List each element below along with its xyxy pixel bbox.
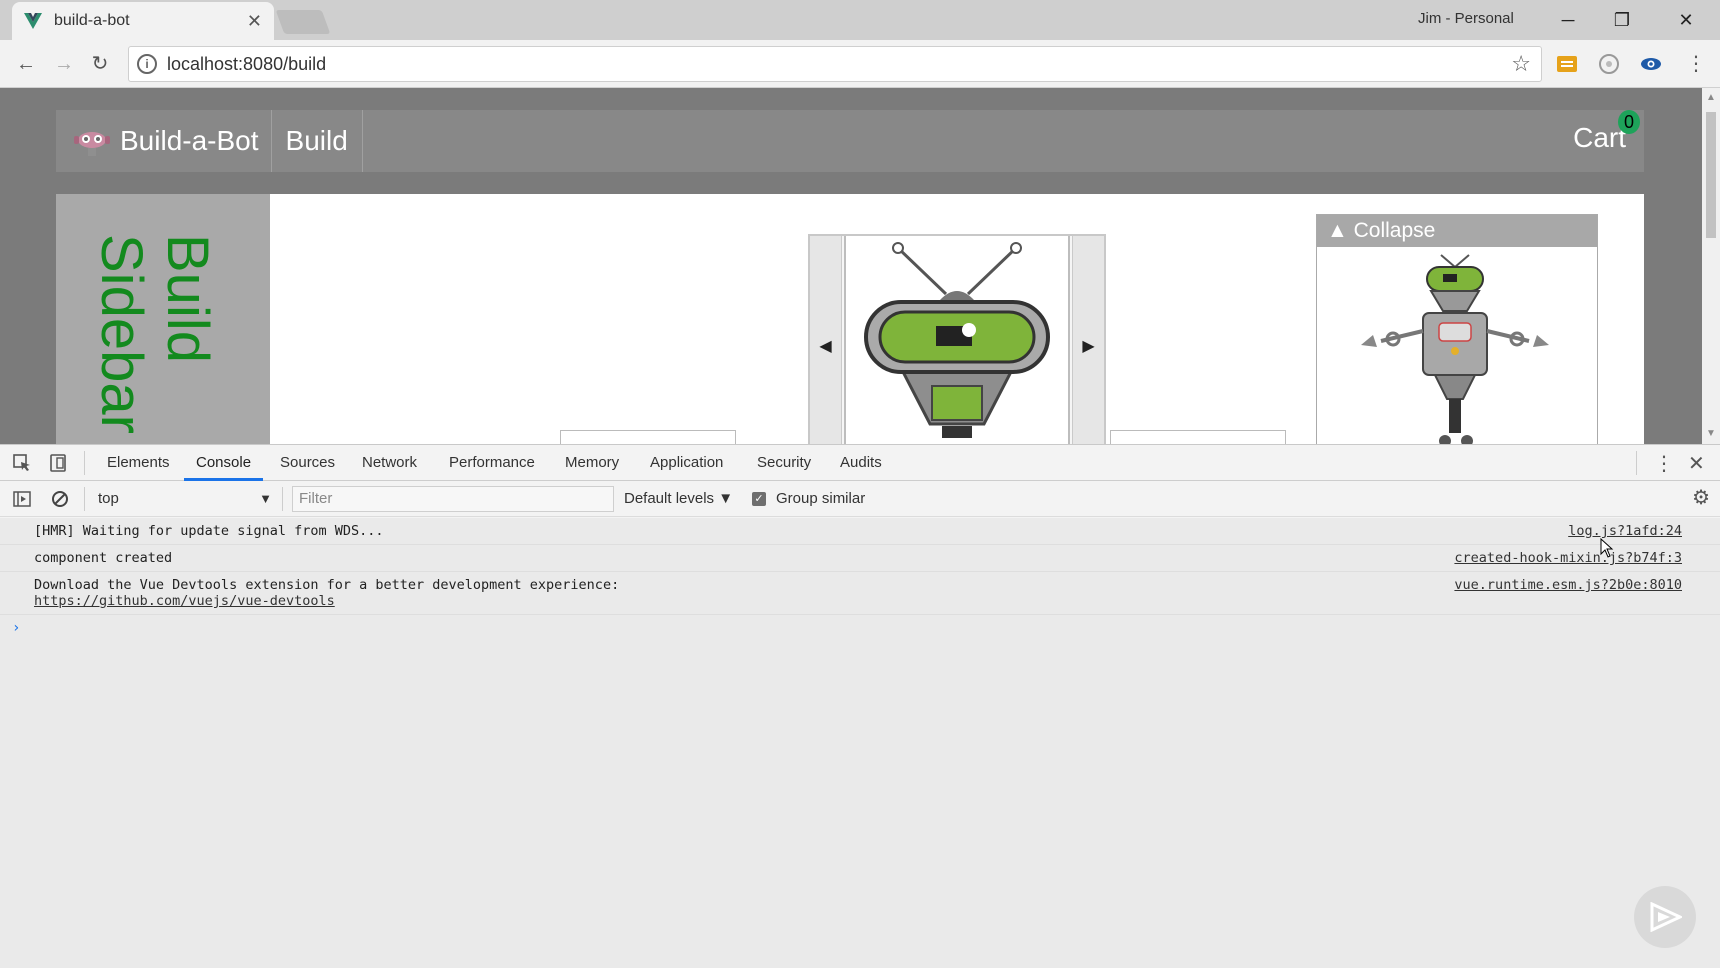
browser-window: build-a-bot ✕ Jim - Personal ─ ❐ ✕ ← → ↻…	[0, 0, 1720, 968]
tab-console[interactable]: Console	[184, 445, 264, 481]
eye-extension-icon[interactable]	[1640, 53, 1662, 75]
message-source-link[interactable]: log.js?1afd:24	[1568, 523, 1682, 539]
toolbar-separator	[282, 487, 283, 511]
console-output: [HMR] Waiting for update signal from WDS…	[0, 518, 1720, 968]
message-source-link[interactable]: created-hook-mixin.js?b74f:3	[1454, 550, 1682, 566]
devtools-tabbar: Elements Console Sources Network Perform…	[0, 445, 1720, 481]
tab-close-icon[interactable]: ✕	[247, 11, 262, 32]
group-similar-label: Group similar	[776, 490, 866, 507]
tab-audits[interactable]: Audits	[840, 445, 882, 481]
menu-icon[interactable]: ⋮	[1682, 50, 1710, 78]
console-toolbar: top ▼ Filter Default levels ▼ ✓ Group simi…	[0, 481, 1720, 517]
devtools-separator	[1636, 451, 1637, 475]
log-levels-dropdown[interactable]: Default levels ▼	[624, 487, 733, 511]
message-text: [HMR] Waiting for update signal from WDS…	[34, 523, 384, 539]
part-selector-left	[560, 430, 736, 444]
console-message: component created created-hook-mixin.js?…	[0, 545, 1720, 572]
toolbar-separator	[84, 487, 85, 511]
tab-title: build-a-bot	[54, 12, 130, 29]
device-toolbar-icon[interactable]	[48, 453, 68, 473]
message-text: Download the Vue Devtools extension for …	[34, 577, 620, 593]
tab-network[interactable]: Network	[362, 445, 417, 481]
tab-application[interactable]: Application	[650, 445, 723, 481]
build-sidebar: Build Sidebar	[56, 194, 270, 444]
browser-tab[interactable]: build-a-bot ✕	[12, 2, 274, 40]
brand-name: Build-a-Bot	[120, 125, 259, 156]
tab-elements[interactable]: Elements	[107, 445, 170, 481]
devtools-panel: Elements Console Sources Network Perform…	[0, 444, 1720, 968]
filter-input[interactable]: Filter	[292, 486, 614, 512]
context-value: top	[98, 490, 119, 507]
address-bar[interactable]: i localhost:8080/build ☆	[128, 46, 1542, 82]
profile-name[interactable]: Jim - Personal	[1418, 10, 1514, 27]
info-icon[interactable]: i	[137, 54, 157, 74]
clear-console-icon[interactable]	[50, 489, 70, 509]
dropdown-arrow-icon: ▼	[718, 490, 734, 507]
tab-memory[interactable]: Memory	[565, 445, 619, 481]
console-message: Download the Vue Devtools extension for …	[0, 572, 1720, 615]
tab-security[interactable]: Security	[757, 445, 811, 481]
console-prompt[interactable]: ›	[0, 615, 1720, 641]
robot-preview-image	[1361, 254, 1549, 444]
devtools-menu-icon[interactable]: ⋮	[1654, 451, 1674, 476]
devtools-separator	[84, 451, 85, 475]
brand-link[interactable]: Build-a-Bot	[56, 110, 272, 172]
next-part-button[interactable]: ▶	[1072, 236, 1104, 444]
forward-button[interactable]: →	[50, 50, 78, 78]
scroll-thumb[interactable]	[1706, 112, 1716, 238]
chevron-right-icon: ›	[12, 620, 21, 636]
nav-build-link[interactable]: Build	[272, 110, 363, 172]
page-viewport: Build-a-Bot Build Cart 0 Build Sidebar ◀	[0, 88, 1720, 444]
dropdown-arrow-icon: ▼	[259, 491, 272, 506]
group-similar-checkbox[interactable]: ✓ Group similar	[752, 487, 865, 511]
tab-performance[interactable]: Performance	[449, 445, 535, 481]
browser-toolbar: ← → ↻ i localhost:8080/build ☆ ⋮	[0, 40, 1720, 88]
checkbox-checked-icon[interactable]: ✓	[752, 492, 766, 506]
devtools-close-icon[interactable]: ✕	[1688, 451, 1705, 476]
extension-circle-icon[interactable]	[1598, 53, 1620, 75]
head-part-image	[844, 236, 1070, 444]
head-part-selector: ◀ ▶	[808, 234, 1106, 444]
part-selector-right	[1110, 430, 1286, 444]
mouse-cursor-icon	[1600, 538, 1614, 558]
reload-button[interactable]: ↻	[86, 50, 114, 78]
url-text[interactable]: localhost:8080/build	[167, 54, 1511, 75]
devtools-link[interactable]: https://github.com/vuejs/vue-devtools	[34, 593, 335, 609]
restore-button[interactable]: ❐	[1602, 6, 1642, 34]
vue-logo-icon	[24, 13, 42, 29]
tab-sources[interactable]: Sources	[280, 445, 335, 481]
message-text: component created	[34, 550, 173, 566]
levels-label: Default levels	[624, 490, 715, 507]
robot-preview: ▲ Collapse	[1316, 214, 1598, 444]
close-window-button[interactable]: ✕	[1666, 6, 1706, 34]
scroll-up-icon[interactable]: ▲	[1706, 92, 1716, 103]
console-message: [HMR] Waiting for update signal from WDS…	[0, 518, 1720, 545]
page-scrollbar[interactable]: ▲ ▼	[1702, 88, 1720, 444]
video-play-button[interactable]	[1634, 886, 1696, 948]
triangle-up-icon: ▲	[1327, 219, 1354, 242]
robot-logo-icon	[74, 132, 110, 156]
build-content: Build Sidebar ◀ ▶ ▲ Collapse	[56, 194, 1644, 444]
bookmark-star-icon[interactable]: ☆	[1511, 51, 1531, 77]
app-header: Build-a-Bot Build Cart 0	[56, 110, 1644, 172]
minimize-button[interactable]: ─	[1548, 6, 1588, 34]
back-button[interactable]: ←	[12, 50, 40, 78]
settings-gear-icon[interactable]: ⚙	[1692, 485, 1710, 510]
extension-icon[interactable]	[1556, 53, 1578, 75]
collapse-toggle[interactable]: ▲ Collapse	[1317, 215, 1597, 247]
inspect-element-icon[interactable]	[12, 453, 32, 473]
prev-part-button[interactable]: ◀	[810, 236, 842, 444]
collapse-label: Collapse	[1353, 219, 1436, 242]
play-icon	[1650, 902, 1682, 932]
title-bar: build-a-bot ✕ Jim - Personal ─ ❐ ✕	[0, 0, 1720, 40]
new-tab-button[interactable]	[275, 10, 331, 34]
context-selector[interactable]: top ▼	[92, 487, 272, 511]
filter-placeholder: Filter	[299, 490, 333, 507]
scroll-down-icon[interactable]: ▼	[1706, 428, 1716, 439]
sidebar-toggle-icon[interactable]	[12, 489, 32, 509]
message-source-link[interactable]: vue.runtime.esm.js?2b0e:8010	[1454, 577, 1682, 593]
cart-count-badge: 0	[1618, 110, 1640, 134]
robot-head-image	[864, 242, 1050, 438]
sidebar-text: Build Sidebar	[89, 234, 220, 434]
